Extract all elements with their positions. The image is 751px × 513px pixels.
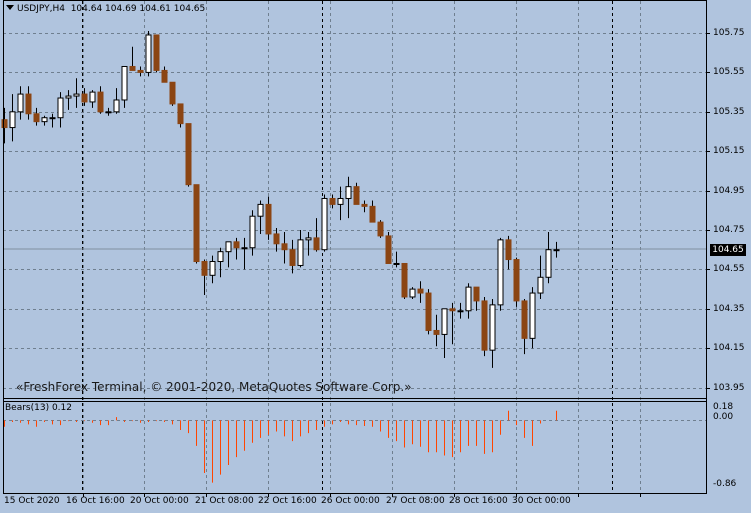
candle[interactable]	[65, 90, 72, 110]
candle[interactable]	[241, 237, 248, 270]
candle[interactable]	[209, 255, 216, 284]
candle[interactable]	[25, 86, 32, 120]
price-tick-label: 104.35	[713, 303, 745, 314]
candle[interactable]	[257, 200, 264, 234]
candle[interactable]	[145, 31, 152, 77]
current-price-tag: 104.65	[710, 244, 746, 256]
candlestick-series[interactable]	[1, 31, 560, 368]
candle[interactable]	[297, 230, 304, 268]
candle[interactable]	[217, 247, 224, 278]
candle[interactable]	[281, 231, 288, 264]
price-tick-label: 105.55	[713, 67, 745, 78]
price-tick-label: 105.15	[713, 146, 745, 157]
chart-canvas[interactable]	[0, 0, 751, 513]
copyright-text: «FreshForex Terminal, © 2001-2020, MetaQ…	[16, 380, 412, 394]
price-tick-label: 103.95	[713, 382, 745, 393]
candle[interactable]	[401, 262, 408, 299]
candle[interactable]	[553, 241, 560, 258]
candle[interactable]	[265, 196, 272, 240]
candle[interactable]	[457, 302, 464, 319]
candle[interactable]	[321, 194, 328, 252]
candle[interactable]	[137, 66, 144, 77]
candle[interactable]	[185, 123, 192, 187]
candle[interactable]	[1, 107, 8, 144]
candle[interactable]	[17, 86, 24, 120]
price-tick-label: 104.55	[713, 264, 745, 275]
candle[interactable]	[305, 231, 312, 256]
candle[interactable]	[545, 231, 552, 284]
candle[interactable]	[537, 255, 544, 299]
candle[interactable]	[313, 218, 320, 252]
candle[interactable]	[273, 228, 280, 252]
candle[interactable]	[489, 298, 496, 368]
time-tick-label: 26 Oct 00:00	[321, 496, 380, 506]
candle[interactable]	[97, 86, 104, 114]
candle[interactable]	[361, 200, 368, 213]
candle[interactable]	[441, 308, 448, 359]
candle[interactable]	[129, 46, 136, 71]
candle[interactable]	[465, 283, 472, 319]
time-tick-label: 28 Oct 16:00	[449, 496, 508, 506]
candle[interactable]	[337, 186, 344, 221]
time-tick-label: 20 Oct 00:00	[130, 496, 189, 506]
price-tick-label: 104.15	[713, 343, 745, 354]
bears-histogram[interactable]	[4, 410, 557, 483]
price-tick-label: 105.35	[713, 106, 745, 117]
time-tick-label: 16 Oct 16:00	[66, 496, 125, 506]
candle[interactable]	[385, 231, 392, 264]
candle[interactable]	[529, 287, 536, 349]
candle[interactable]	[345, 176, 352, 219]
candle[interactable]	[41, 115, 48, 126]
candle[interactable]	[433, 314, 440, 347]
candle[interactable]	[513, 257, 520, 307]
candle[interactable]	[9, 94, 16, 142]
candle[interactable]	[481, 296, 488, 357]
time-tick-label: 30 Oct 00:00	[512, 496, 571, 506]
candle[interactable]	[521, 298, 528, 355]
grid-lines	[3, 1, 706, 493]
candle[interactable]	[49, 113, 56, 128]
symbol-timeframe: USDJPY,H4	[17, 4, 65, 14]
candle[interactable]	[161, 66, 168, 83]
time-tick-label: 27 Oct 08:00	[386, 496, 445, 506]
candle[interactable]	[473, 286, 480, 311]
candle[interactable]	[369, 200, 376, 223]
time-tick-label: 15 Oct 2020	[4, 496, 60, 506]
candle[interactable]	[225, 241, 232, 268]
time-tick-label: 21 Oct 08:00	[195, 496, 254, 506]
candle[interactable]	[377, 220, 384, 238]
candle[interactable]	[153, 34, 160, 73]
candle[interactable]	[409, 287, 416, 299]
candle[interactable]	[73, 78, 80, 108]
candle[interactable]	[497, 237, 504, 311]
indicator-tick-label: -0.86	[713, 479, 737, 489]
chart-frame	[3, 0, 707, 494]
price-tick-label: 104.75	[713, 225, 745, 235]
indicator-title: Bears(13) 0.12	[5, 403, 72, 413]
candle[interactable]	[105, 107, 112, 116]
candle[interactable]	[289, 239, 296, 274]
indicator-tick-label: 0.00	[713, 412, 734, 422]
candle[interactable]	[425, 289, 432, 335]
candle[interactable]	[505, 235, 512, 270]
candle[interactable]	[113, 88, 120, 114]
ohlc-values: 104.64 104.69 104.61 104.65	[70, 4, 206, 14]
candle[interactable]	[177, 103, 184, 128]
time-tick-label: 22 Oct 16:00	[258, 496, 317, 506]
candle[interactable]	[89, 90, 96, 108]
price-tick-label: 105.75	[713, 28, 745, 38]
candle[interactable]	[121, 65, 128, 108]
candle[interactable]	[353, 182, 360, 205]
candle[interactable]	[417, 281, 424, 303]
candle[interactable]	[169, 81, 176, 106]
candle[interactable]	[193, 184, 200, 264]
candle[interactable]	[393, 251, 400, 268]
symbol-info[interactable]: USDJPY,H4 104.64 104.69 104.61 104.65	[6, 4, 205, 14]
candle[interactable]	[33, 107, 40, 126]
dropdown-arrow-icon[interactable]	[6, 5, 14, 10]
candle[interactable]	[57, 92, 64, 128]
price-tick-label: 104.95	[713, 185, 745, 196]
